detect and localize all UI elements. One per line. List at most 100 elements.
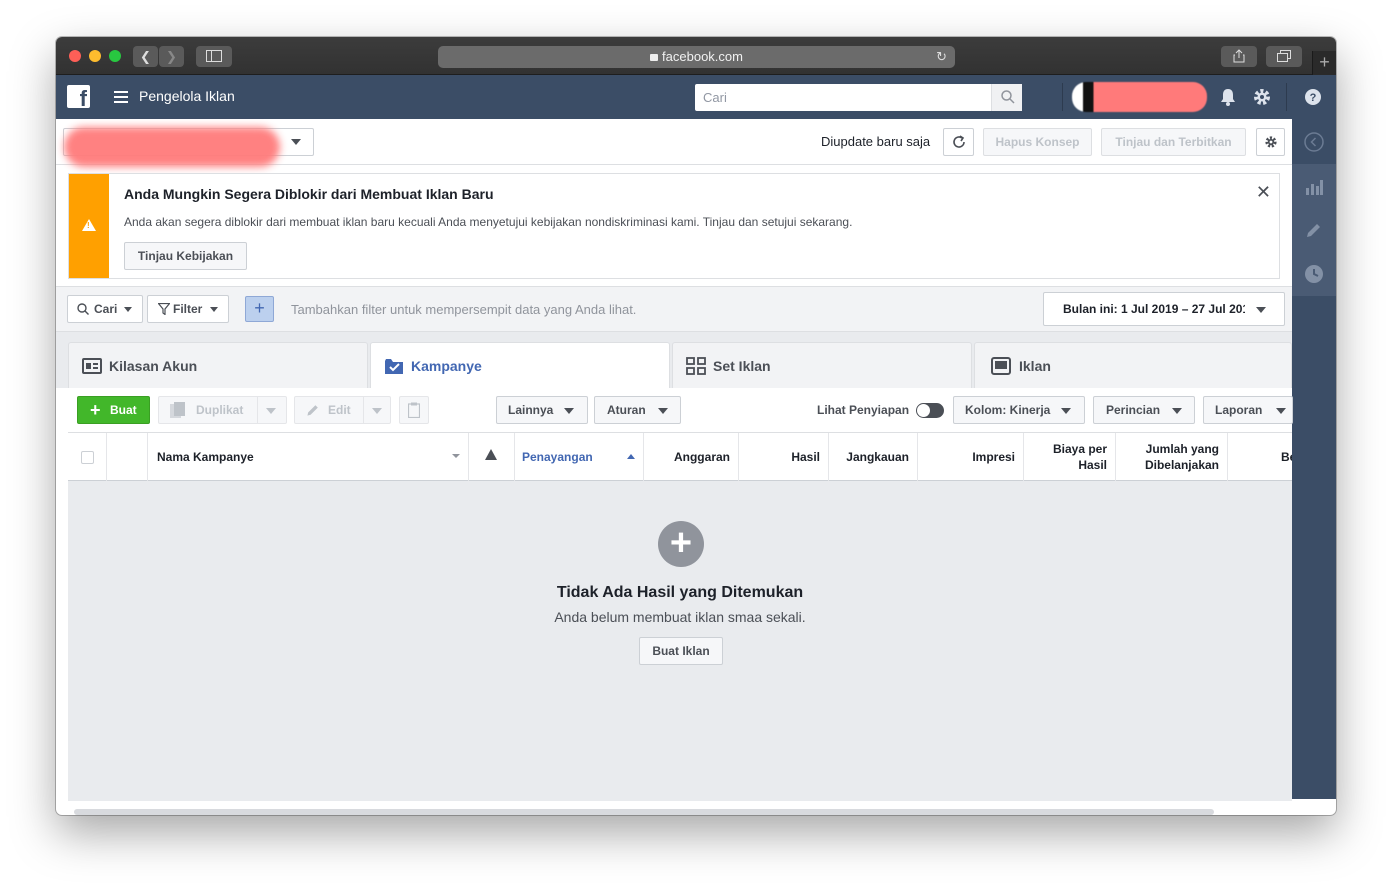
rail-item-edit[interactable] [1292, 208, 1336, 252]
settings-button[interactable] [1256, 128, 1285, 156]
funnel-icon [158, 303, 170, 315]
tab-account-overview[interactable]: Kilasan Akun [68, 342, 368, 388]
lock-icon [650, 54, 659, 61]
bell-icon[interactable] [1218, 87, 1238, 107]
share-icon [1233, 49, 1245, 63]
search-button[interactable] [991, 84, 1022, 111]
share-button[interactable] [1221, 46, 1257, 67]
chevron-down-icon [1061, 408, 1071, 414]
new-tab-button[interactable]: + [1312, 51, 1336, 75]
reports-button[interactable]: Laporan [1203, 396, 1293, 424]
browser-window: ❮ ❯ facebook.com ↻ + f Pengelola Iklan C… [56, 37, 1336, 815]
discard-drafts-button[interactable]: Hapus Konsep [983, 128, 1092, 156]
rules-button[interactable]: Aturan [594, 396, 681, 424]
app-header: f Pengelola Iklan ? [56, 75, 1336, 119]
tabs-overview-button[interactable] [1266, 46, 1302, 67]
empty-state: + Tidak Ada Hasil yang Ditemukan Anda be… [68, 481, 1292, 801]
clipboard-button[interactable] [399, 396, 429, 424]
column-header-truncated[interactable]: Be [1228, 433, 1292, 481]
column-label: Penayangan [522, 450, 593, 464]
preview-toggle-label: Lihat Penyiapan [817, 403, 910, 417]
more-button[interactable]: Lainnya [496, 396, 588, 424]
url-text: facebook.com [662, 49, 743, 64]
column-header-delivery[interactable]: Penayangan [515, 433, 644, 481]
pencil-icon [1307, 224, 1320, 237]
columns-label: Kolom: Kinerja [965, 403, 1051, 417]
create-ad-button[interactable]: Buat Iklan [639, 637, 723, 665]
add-filter-button[interactable]: + [245, 296, 274, 322]
refresh-button[interactable] [943, 128, 974, 156]
plus-icon: + [90, 400, 101, 420]
tab-label: Kampanye [411, 358, 482, 374]
column-label: Anggaran [673, 450, 730, 464]
column-header-impressions[interactable]: Impresi [918, 433, 1024, 481]
close-icon[interactable]: ✕ [1256, 182, 1271, 202]
column-header-cost-per-result[interactable]: Biaya per Hasil [1024, 433, 1116, 481]
horizontal-scrollbar[interactable] [74, 809, 1214, 815]
banner-body: Anda akan segera diblokir dari membuat i… [124, 215, 853, 229]
review-policy-button[interactable]: Tinjau Kebijakan [124, 242, 247, 270]
zoom-window-button[interactable] [109, 50, 121, 62]
help-icon[interactable]: ? [1304, 88, 1322, 106]
duplicate-button[interactable]: Duplikat [158, 396, 287, 424]
edit-label: Edit [328, 403, 351, 417]
add-circle-icon[interactable]: + [658, 521, 704, 567]
address-bar[interactable]: facebook.com ↻ [438, 46, 955, 68]
collapse-panel-icon[interactable] [1304, 132, 1324, 152]
right-side-panel [1292, 119, 1336, 799]
menu-icon[interactable] [114, 91, 128, 103]
ad-account-picker[interactable] [63, 127, 314, 167]
column-label: Hasil [791, 450, 820, 464]
account-selector-redacted[interactable] [1072, 82, 1207, 112]
column-header-results[interactable]: Hasil [739, 433, 829, 481]
filter-button[interactable]: Filter [147, 295, 229, 323]
column-label: Nama Kampanye [157, 450, 254, 464]
reports-label: Laporan [1215, 403, 1263, 417]
facebook-logo-icon[interactable]: f [67, 85, 90, 111]
sidebar-toggle-button[interactable] [196, 46, 232, 67]
header-search-input[interactable] [695, 84, 985, 111]
column-header-warnings[interactable] [469, 433, 515, 481]
reload-icon[interactable]: ↻ [936, 46, 947, 68]
search-icon [1001, 90, 1015, 104]
sort-ascending-icon [627, 454, 635, 459]
column-header-amount-spent[interactable]: Jumlah yang Dibelanjakan [1116, 433, 1228, 481]
bar-chart-icon [1306, 180, 1323, 195]
app-title: Pengelola Iklan [139, 88, 235, 104]
filter-label: Filter [173, 302, 203, 316]
back-button[interactable]: ❮ [133, 46, 158, 67]
edit-button[interactable]: Edit [294, 396, 391, 424]
forward-button[interactable]: ❯ [159, 46, 184, 67]
clipboard-icon [408, 402, 420, 418]
column-header-reach[interactable]: Jangkauan [829, 433, 918, 481]
pencil-icon [307, 405, 318, 416]
rail-item-history[interactable] [1292, 252, 1336, 296]
columns-button[interactable]: Kolom: Kinerja [953, 396, 1085, 424]
search-filter-button[interactable]: Cari [67, 295, 143, 323]
column-header-budget[interactable]: Anggaran [644, 433, 739, 481]
review-publish-button[interactable]: Tinjau dan Terbitkan [1101, 128, 1246, 156]
tab-campaigns[interactable]: Kampanye [370, 342, 670, 389]
duplicate-label: Duplikat [196, 403, 244, 417]
close-window-button[interactable] [69, 50, 81, 62]
select-all-checkbox[interactable] [81, 451, 94, 464]
date-range-picker[interactable]: Bulan ini: 1 Jul 2019 – 27 Jul 2019 [1043, 292, 1285, 326]
chevron-down-icon [1256, 307, 1266, 313]
toggle-knob [917, 404, 930, 417]
tab-ad-sets[interactable]: Set Iklan [672, 342, 972, 388]
column-header-campaign-name[interactable]: Nama Kampanye [148, 433, 469, 481]
breakdown-button[interactable]: Perincian [1093, 396, 1195, 424]
level-tabs: Kilasan Akun Kampanye Set Iklan Iklan [56, 332, 1292, 389]
preview-toggle[interactable] [916, 403, 944, 418]
rail-item-charts[interactable] [1292, 164, 1336, 208]
gear-icon[interactable] [1252, 87, 1272, 107]
chevron-down-icon [210, 307, 218, 312]
empty-state-subtitle: Anda belum membuat iklan smaa sekali. [554, 609, 806, 625]
chevron-down-icon [564, 408, 574, 414]
button-divider [363, 396, 364, 424]
tab-ads[interactable]: Iklan [974, 342, 1292, 388]
minimize-window-button[interactable] [89, 50, 101, 62]
create-button[interactable]: + Buat [77, 396, 150, 424]
column-label-line1: Jumlah yang [1145, 442, 1219, 456]
redacted-account-name [64, 127, 280, 167]
